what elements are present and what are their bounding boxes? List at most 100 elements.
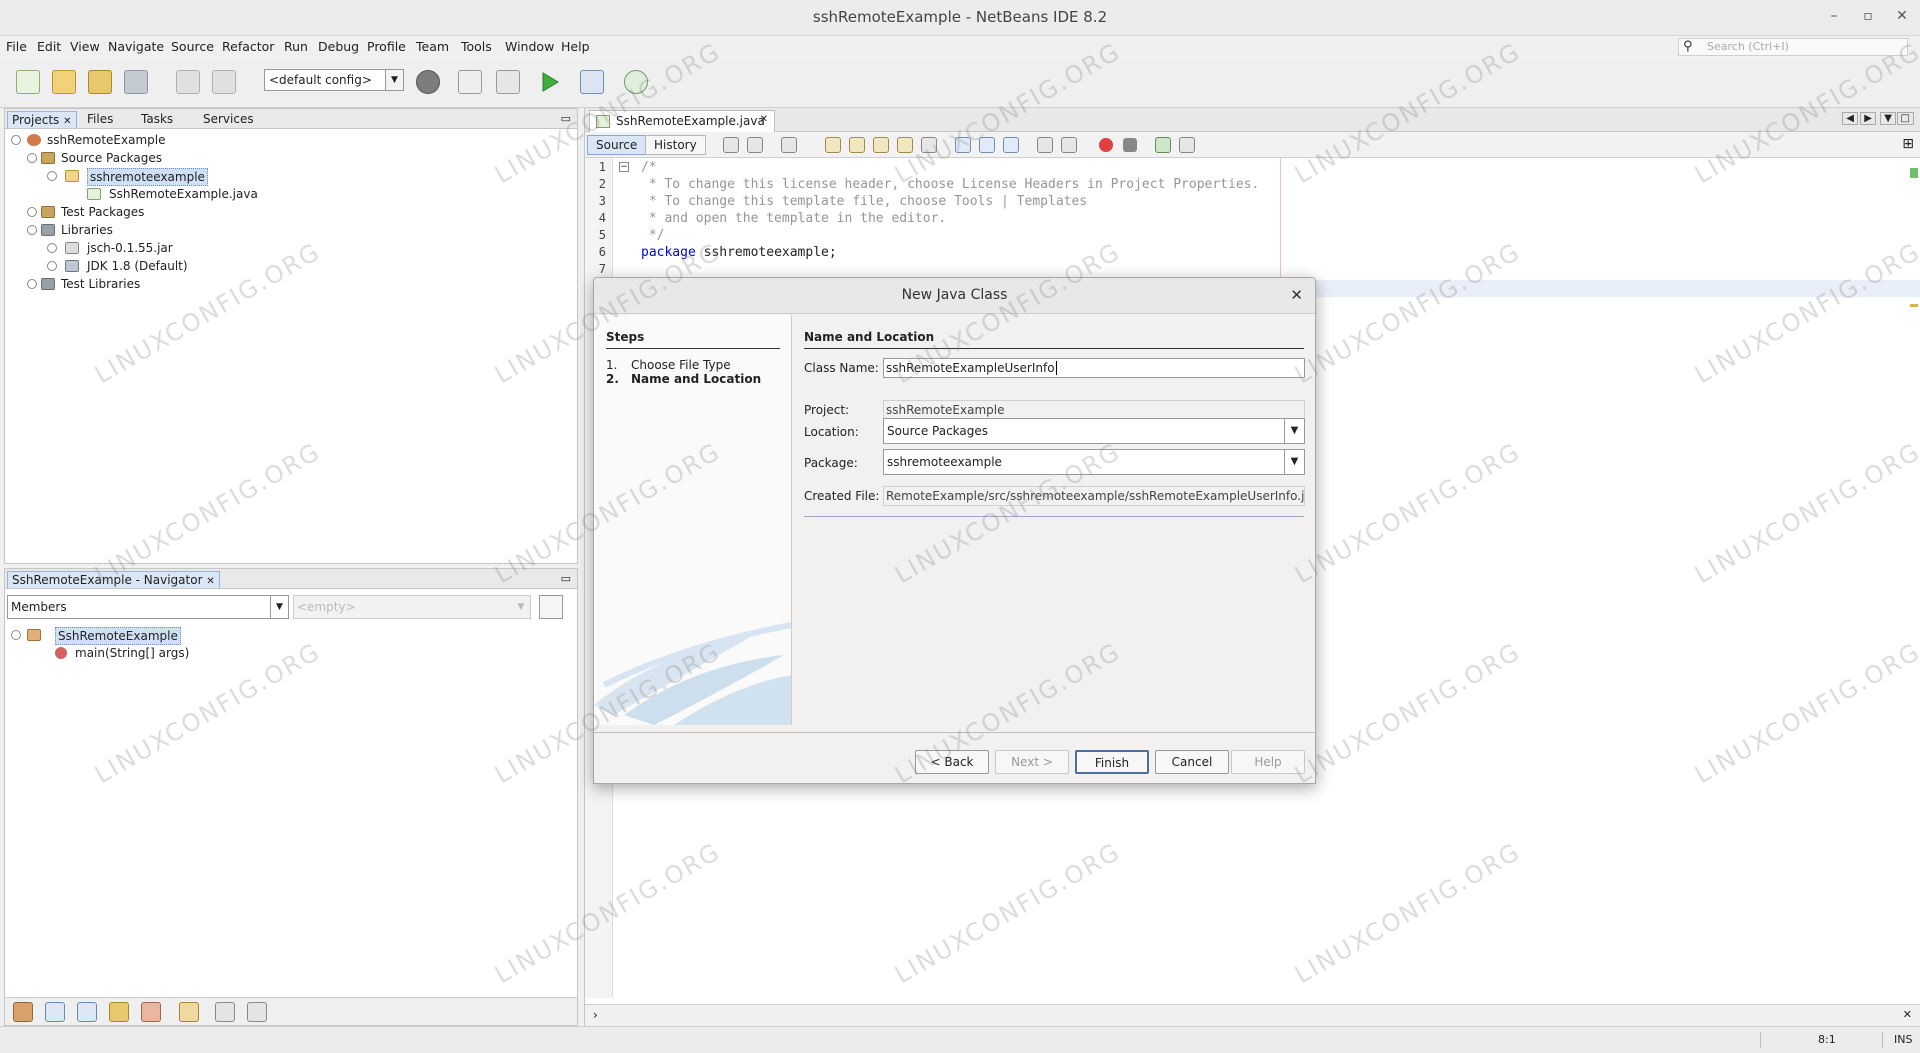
- toggle-bookmark-icon[interactable]: [1003, 137, 1019, 153]
- menu-team[interactable]: Team: [416, 39, 449, 54]
- shift-left-icon[interactable]: [1037, 137, 1053, 153]
- forward-icon[interactable]: [781, 137, 797, 153]
- toggle-icon[interactable]: [47, 171, 57, 181]
- sort-name-icon[interactable]: [215, 1002, 235, 1022]
- menu-navigate[interactable]: Navigate: [108, 39, 164, 54]
- back-button[interactable]: < Back: [915, 750, 989, 774]
- menu-refactor[interactable]: Refactor: [222, 39, 274, 54]
- menu-help[interactable]: Help: [561, 39, 590, 54]
- tab-services[interactable]: Services: [199, 111, 258, 128]
- finish-button[interactable]: Finish: [1075, 750, 1149, 774]
- minimize-icon[interactable]: –: [1824, 8, 1844, 24]
- source-button[interactable]: Source: [587, 135, 647, 155]
- stop-macro-icon[interactable]: [1123, 138, 1137, 152]
- menu-run[interactable]: Run: [284, 39, 308, 54]
- empty-select[interactable]: <empty> ▼: [293, 595, 531, 619]
- help-button[interactable]: Help: [1231, 750, 1305, 774]
- find-prev-icon[interactable]: [849, 137, 865, 153]
- filter-nonpublic-icon[interactable]: [109, 1002, 129, 1022]
- new-project-icon[interactable]: [52, 70, 76, 94]
- select-icon[interactable]: [921, 137, 937, 153]
- error-stripe-mark[interactable]: [1910, 304, 1918, 307]
- open-project-icon[interactable]: [88, 70, 112, 94]
- toggle-icon[interactable]: [27, 225, 37, 235]
- search-input[interactable]: ⚲ Search (Ctrl+I): [1678, 38, 1908, 56]
- save-all-icon[interactable]: [124, 70, 148, 94]
- run-icon[interactable]: [538, 70, 562, 94]
- menu-tools[interactable]: Tools: [461, 39, 492, 54]
- members-select[interactable]: Members ▼: [7, 595, 289, 619]
- toggle-icon[interactable]: [47, 261, 57, 271]
- insert-mode: INS: [1894, 1033, 1913, 1046]
- filter-fields-icon[interactable]: [45, 1002, 65, 1022]
- line-number: 2: [598, 177, 606, 191]
- toggle-icon[interactable]: [27, 279, 37, 289]
- minimize-panel-icon[interactable]: ▭: [561, 112, 571, 125]
- minimize-panel-icon[interactable]: ▭: [561, 572, 571, 585]
- toggle-icon[interactable]: [27, 207, 37, 217]
- menu-file[interactable]: File: [6, 39, 27, 54]
- history-button[interactable]: History: [645, 135, 706, 155]
- menu-window[interactable]: Window: [505, 39, 554, 54]
- scroll-right-icon[interactable]: ▶: [1860, 112, 1876, 125]
- scroll-left-icon[interactable]: ◀: [1842, 112, 1858, 125]
- menu-profile[interactable]: Profile: [367, 39, 406, 54]
- close-icon[interactable]: ✕: [206, 576, 214, 587]
- last-edit-icon[interactable]: [723, 137, 739, 153]
- filter-local-icon[interactable]: [141, 1002, 161, 1022]
- show-opened-icon[interactable]: ▼: [1880, 112, 1896, 125]
- filter-class-icon[interactable]: [179, 1002, 199, 1022]
- undo-icon[interactable]: [176, 70, 200, 94]
- tab-sshremoteexample-java[interactable]: SshRemoteExample.java ✕: [589, 110, 775, 132]
- next-button[interactable]: Next >: [995, 750, 1069, 774]
- menu-edit[interactable]: Edit: [37, 39, 61, 54]
- new-file-icon[interactable]: [16, 70, 40, 94]
- close-icon[interactable]: ✕: [760, 114, 768, 125]
- uncomment-icon[interactable]: [1179, 137, 1195, 153]
- menu-view[interactable]: View: [70, 39, 100, 54]
- config-select[interactable]: <default config> ▼: [264, 69, 404, 91]
- find-icon[interactable]: [825, 137, 841, 153]
- close-icon[interactable]: ✕: [1903, 1008, 1912, 1021]
- start-macro-icon[interactable]: [1099, 138, 1113, 152]
- back-icon[interactable]: [747, 137, 763, 153]
- maximize-icon[interactable]: ▫: [1858, 8, 1878, 24]
- fold-icon[interactable]: −: [619, 162, 629, 172]
- toggle-icon[interactable]: [11, 630, 21, 640]
- next-bookmark-icon[interactable]: [979, 137, 995, 153]
- toggle-icon[interactable]: [11, 135, 21, 145]
- redo-icon[interactable]: [212, 70, 236, 94]
- location-select[interactable]: Source Packages ▼: [883, 418, 1305, 444]
- close-icon[interactable]: ✕: [63, 116, 71, 127]
- tab-projects[interactable]: Projects ✕: [7, 111, 77, 128]
- build-hammer-icon[interactable]: [458, 70, 482, 94]
- close-icon[interactable]: ✕: [1892, 8, 1912, 24]
- cancel-button[interactable]: Cancel: [1155, 750, 1229, 774]
- globe-icon[interactable]: [416, 70, 440, 94]
- filter-static-icon[interactable]: [77, 1002, 97, 1022]
- find-next-icon[interactable]: [873, 137, 889, 153]
- maximize-editor-icon[interactable]: □: [1896, 112, 1914, 125]
- filter-inherited-icon[interactable]: [13, 1002, 33, 1022]
- navigator-options-icon[interactable]: [539, 595, 563, 619]
- sort-source-icon[interactable]: [247, 1002, 267, 1022]
- tab-files[interactable]: Files: [83, 111, 117, 128]
- expand-icon[interactable]: ›: [593, 1008, 598, 1022]
- tab-navigator[interactable]: SshRemoteExample - Navigator ✕: [7, 571, 220, 588]
- debug-icon[interactable]: [580, 70, 604, 94]
- prev-bookmark-icon[interactable]: [955, 137, 971, 153]
- package-combo[interactable]: sshremoteexample ▼: [883, 449, 1305, 475]
- close-icon[interactable]: ✕: [1290, 286, 1303, 304]
- toggle-icon[interactable]: [47, 243, 57, 253]
- menu-source[interactable]: Source: [171, 39, 214, 54]
- class-name-input[interactable]: sshRemoteExampleUserInfo: [883, 358, 1305, 378]
- toggle-highlight-icon[interactable]: [897, 137, 913, 153]
- menu-debug[interactable]: Debug: [318, 39, 359, 54]
- tab-tasks[interactable]: Tasks: [137, 111, 177, 128]
- clean-build-icon[interactable]: [496, 70, 520, 94]
- shift-right-icon[interactable]: [1061, 137, 1077, 153]
- toggle-icon[interactable]: [27, 153, 37, 163]
- comment-icon[interactable]: [1155, 137, 1171, 153]
- split-editor-icon[interactable]: ⊞: [1902, 136, 1914, 152]
- profile-icon[interactable]: [624, 70, 648, 94]
